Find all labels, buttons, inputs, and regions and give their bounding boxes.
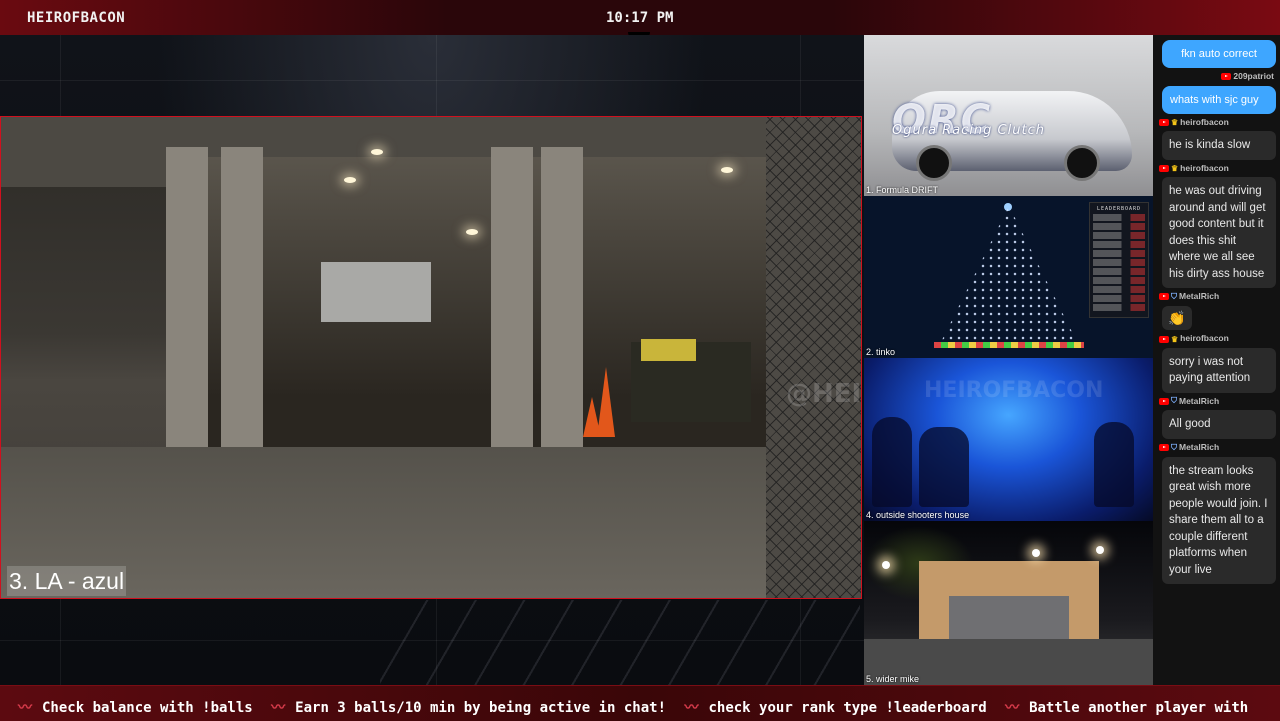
ticker-track: 〰 Check balance with !balls 〰 Earn 3 balls… [8, 697, 1248, 717]
bacon-icon: 〰 [684, 700, 699, 716]
leaderboard-row [1093, 286, 1145, 293]
watermark: @HEIROFBACON [786, 379, 862, 409]
side-feed-4[interactable]: 5. wider mike [864, 521, 1153, 685]
feed-label: 5. wider mike [866, 674, 920, 684]
ticker-bar: 〰 Check balance with !balls 〰 Earn 3 balls… [0, 685, 1280, 721]
channel-name: HEIROFBACON [27, 10, 126, 26]
chat-author: ♛ heirofbacon [1159, 117, 1274, 127]
car-wheel [1064, 145, 1100, 181]
leaderboard-panel: LEADERBOARD [1089, 202, 1149, 318]
leaderboard-row [1093, 295, 1145, 302]
scene-pillar [221, 147, 263, 457]
youtube-icon [1159, 293, 1169, 301]
ticker-item: Battle another player with [1029, 700, 1249, 716]
decorative-glow [380, 600, 860, 685]
chat-message-self: whats with sjc guy [1162, 86, 1276, 114]
leaderboard-row [1093, 268, 1145, 275]
shield-icon: ⛉ [1171, 396, 1177, 406]
scene-gate [949, 596, 1069, 641]
leaderboard-row [1093, 232, 1145, 239]
shield-icon: ⛉ [1171, 442, 1177, 452]
feed-caption: 3. LA - azul [7, 566, 127, 596]
chat-author: ⛉ MetalRich [1159, 442, 1274, 453]
traffic-cone [597, 367, 615, 437]
youtube-icon [1159, 119, 1169, 127]
scene-person [1094, 422, 1134, 507]
feed-label: 2. tinko [866, 347, 896, 357]
chat-message: he was out driving around and will get g… [1162, 177, 1276, 288]
crown-icon: ♛ [1171, 334, 1179, 344]
leaderboard-row [1093, 250, 1145, 257]
plinko-buckets [934, 342, 1084, 348]
scene-light [466, 229, 478, 235]
ticker-item: Check balance with !balls [42, 700, 253, 716]
feed-label: 1. Formula DRIFT [866, 185, 939, 195]
watermark: HEIROFBACON [924, 378, 1104, 403]
chat-message: sorry i was not paying attention [1162, 347, 1276, 393]
bacon-icon: 〰 [1005, 700, 1020, 716]
chat-author: ⛉ MetalRich [1159, 291, 1274, 302]
scene-pillar [491, 147, 533, 457]
leaderboard-row [1093, 214, 1145, 221]
chat-author: ⛉ MetalRich [1159, 396, 1274, 407]
sponsor-logo-sub: Ogura Racing Clutch [892, 123, 1045, 138]
chat-message: All good [1162, 410, 1276, 439]
ticker-item: check your rank type !leaderboard [708, 700, 987, 716]
scene-pillar [541, 147, 583, 457]
youtube-icon [1159, 444, 1169, 451]
top-bar: HEIROFBACON 10:17 PM [0, 0, 1280, 40]
leaderboard-row [1093, 223, 1145, 230]
scene-light [344, 177, 356, 183]
chat-message: the stream looks great wish more people … [1162, 456, 1276, 584]
chat-author: 209patriot [1159, 71, 1274, 81]
main-video-feed[interactable]: @HEIROFBACON 3. LA - azul [0, 116, 862, 599]
youtube-icon [1159, 397, 1169, 405]
scene-bus [321, 262, 431, 322]
scene-pillar [166, 147, 208, 457]
bacon-icon: 〰 [18, 700, 32, 716]
chat-message-self: fkn auto correct [1162, 40, 1276, 68]
leaderboard-row [1093, 277, 1145, 284]
youtube-icon [1159, 335, 1169, 343]
chat-message-emoji: 👏 [1162, 305, 1192, 331]
car-wheel [916, 145, 952, 181]
youtube-icon [1159, 165, 1169, 172]
street-lamp [882, 561, 890, 569]
clock: 10:17 PM [606, 10, 674, 26]
crown-icon: ♛ [1171, 164, 1179, 173]
chat-author: ♛ heirofbacon [1159, 163, 1274, 173]
scene-light [371, 149, 383, 155]
street-lamp [1096, 546, 1104, 554]
grid-line [0, 80, 864, 81]
chat-panel[interactable]: fkn auto correct 209patriot whats with s… [1153, 35, 1280, 685]
feed-label: 4. outside shooters house [866, 510, 970, 520]
scene-floor [1, 447, 861, 598]
ticker-item: Earn 3 balls/10 min by being active in c… [295, 700, 667, 716]
leaderboard-row [1093, 259, 1145, 266]
scene-fence [766, 117, 861, 598]
chat-message: he is kinda slow [1162, 131, 1276, 160]
leaderboard-title: LEADERBOARD [1096, 206, 1142, 212]
crown-icon: ♛ [1171, 118, 1179, 128]
side-feed-3[interactable]: HEIROFBACON 4. outside shooters house [864, 358, 1153, 521]
street-lamp [1032, 549, 1040, 557]
scene-cart-top [641, 339, 696, 361]
scene-person [919, 427, 969, 507]
chat-author: ♛ heirofbacon [1159, 333, 1274, 344]
side-feed-1[interactable]: ORC Ogura Racing Clutch 1. Formula DRIFT [864, 35, 1153, 196]
bacon-icon: 〰 [271, 700, 286, 716]
scene-light [721, 167, 733, 173]
plinko-pegs [939, 206, 1079, 346]
youtube-icon [1221, 73, 1232, 81]
leaderboard-row [1093, 304, 1145, 311]
side-feed-2[interactable]: LEADERBOARD 2. tinko [864, 196, 1153, 358]
leaderboard-row [1093, 241, 1145, 248]
scene-person [872, 417, 912, 507]
shield-icon: ⛉ [1171, 291, 1177, 301]
